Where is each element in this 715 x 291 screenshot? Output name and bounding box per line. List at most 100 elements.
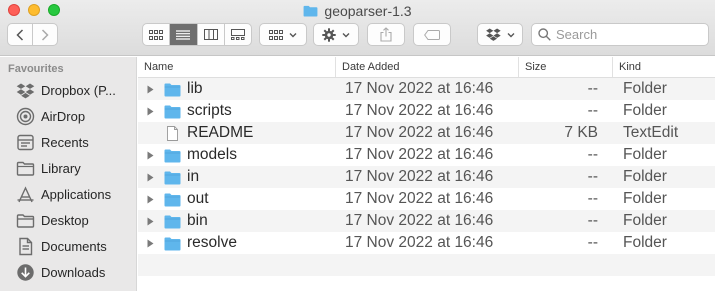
file-date-added: 17 Nov 2022 at 16:46 — [345, 190, 494, 207]
window-toolbar: geoparser-1.3 Search — [0, 0, 715, 56]
empty-row — [138, 254, 715, 276]
action-menu-button[interactable] — [313, 23, 359, 46]
disclosure-toggle — [144, 127, 156, 139]
sidebar-item-airdrop[interactable]: AirDrop — [0, 103, 136, 129]
chevron-left-icon — [16, 28, 24, 41]
group-grid-icon — [269, 29, 283, 40]
file-kind: Folder — [623, 190, 667, 207]
file-name-cell: models — [138, 144, 336, 166]
gallery-icon — [230, 29, 245, 40]
view-mode-control — [142, 23, 252, 46]
disclosure-triangle-icon — [147, 195, 153, 203]
folder-icon — [164, 171, 181, 184]
folder-icon — [164, 149, 181, 162]
disclosure-toggle[interactable] — [144, 193, 156, 205]
file-row-scripts[interactable]: scripts 17 Nov 2022 at 16:46 -- Folder — [138, 100, 715, 122]
disclosure-triangle-icon — [147, 239, 153, 247]
share-button[interactable] — [367, 23, 405, 46]
tag-button[interactable] — [413, 23, 451, 46]
forward-button[interactable] — [32, 24, 57, 45]
file-row-bin[interactable]: bin 17 Nov 2022 at 16:46 -- Folder — [138, 210, 715, 232]
group-by-button[interactable] — [259, 23, 307, 46]
disclosure-toggle[interactable] — [144, 83, 156, 95]
disclosure-triangle-icon — [147, 151, 153, 159]
file-row-out[interactable]: out 17 Nov 2022 at 16:46 -- Folder — [138, 188, 715, 210]
file-kind: Folder — [623, 212, 667, 229]
file-date-added: 17 Nov 2022 at 16:46 — [345, 146, 494, 163]
folder-icon — [164, 193, 181, 206]
sidebar-item-recents[interactable]: Recents — [0, 129, 136, 155]
file-size: 7 KB — [564, 124, 598, 141]
column-view-button[interactable] — [196, 24, 224, 45]
file-name: README — [187, 124, 254, 141]
gear-icon — [322, 27, 336, 42]
file-size: -- — [587, 146, 598, 163]
back-button[interactable] — [8, 24, 32, 45]
folder-icon — [303, 5, 318, 17]
file-kind: Folder — [623, 146, 667, 163]
column-header-size[interactable]: Size — [519, 57, 613, 77]
file-date-added: 17 Nov 2022 at 16:46 — [345, 234, 494, 251]
sidebar-item-label: Documents — [41, 238, 107, 254]
file-name: bin — [187, 212, 208, 229]
sidebar-item-desktop[interactable]: Desktop — [0, 207, 136, 233]
disclosure-triangle-icon — [147, 173, 153, 181]
file-date-added: 17 Nov 2022 at 16:46 — [345, 124, 494, 141]
disclosure-toggle[interactable] — [144, 149, 156, 161]
list-view-button[interactable] — [169, 24, 197, 45]
recents-icon — [17, 134, 34, 150]
chevron-down-icon — [507, 32, 514, 37]
file-name-cell: scripts — [138, 100, 336, 122]
disclosure-toggle[interactable] — [144, 105, 156, 117]
file-name-cell: in — [138, 166, 336, 188]
search-input[interactable]: Search — [531, 23, 709, 46]
folder-icon — [16, 161, 35, 176]
file-date-added: 17 Nov 2022 at 16:46 — [345, 102, 494, 119]
columns-icon — [203, 29, 218, 40]
dropbox-menu-button[interactable] — [477, 23, 523, 46]
sidebar-item-applications[interactable]: Applications — [0, 181, 136, 207]
file-name-cell: bin — [138, 210, 336, 232]
gallery-view-button[interactable] — [223, 24, 251, 45]
column-header-date-added[interactable]: Date Added — [336, 57, 519, 77]
file-name: lib — [187, 80, 203, 97]
sidebar-item-documents[interactable]: Documents — [0, 233, 136, 259]
sidebar-item-library[interactable]: Library — [0, 155, 136, 181]
file-row-in[interactable]: in 17 Nov 2022 at 16:46 -- Folder — [138, 166, 715, 188]
file-name: scripts — [187, 102, 232, 119]
icon-grid-icon — [149, 29, 164, 40]
sidebar-item-downloads[interactable]: Downloads — [0, 259, 136, 285]
downloads-icon — [17, 263, 34, 281]
file-size: -- — [587, 168, 598, 185]
file-row-models[interactable]: models 17 Nov 2022 at 16:46 -- Folder — [138, 144, 715, 166]
chevron-right-icon — [41, 28, 49, 41]
sidebar-item-dropbox[interactable]: Dropbox (P... — [0, 77, 136, 103]
sidebar-item-label: Recents — [41, 134, 89, 150]
file-name-cell: README — [138, 122, 336, 144]
sidebar-item-label: AirDrop — [41, 108, 86, 124]
icon-view-button[interactable] — [143, 24, 169, 45]
documents-icon — [19, 237, 33, 255]
sidebar-heading: Favourites — [8, 63, 64, 75]
disclosure-triangle-icon — [147, 85, 153, 93]
file-list: Name Date Added Size Kind lib 17 Nov 2022… — [138, 57, 715, 291]
file-row-readme[interactable]: README 17 Nov 2022 at 16:46 7 KB TextEdit — [138, 122, 715, 144]
column-header-kind[interactable]: Kind — [613, 57, 715, 77]
folder-icon — [164, 83, 181, 96]
sidebar-item-label: Dropbox (P... — [41, 82, 116, 98]
folder-icon — [164, 237, 181, 250]
file-name: models — [187, 146, 237, 163]
navigation-buttons — [7, 23, 58, 46]
column-header-row: Name Date Added Size Kind — [138, 57, 715, 78]
file-kind: Folder — [623, 80, 667, 97]
file-kind: TextEdit — [623, 124, 679, 141]
column-header-name[interactable]: Name — [138, 57, 336, 77]
disclosure-toggle[interactable] — [144, 215, 156, 227]
file-row-resolve[interactable]: resolve 17 Nov 2022 at 16:46 -- Folder — [138, 232, 715, 254]
disclosure-toggle[interactable] — [144, 237, 156, 249]
folder-icon — [164, 215, 181, 228]
airdrop-icon — [16, 107, 35, 125]
disclosure-toggle[interactable] — [144, 171, 156, 183]
file-row-lib[interactable]: lib 17 Nov 2022 at 16:46 -- Folder — [138, 78, 715, 100]
file-size: -- — [587, 190, 598, 207]
